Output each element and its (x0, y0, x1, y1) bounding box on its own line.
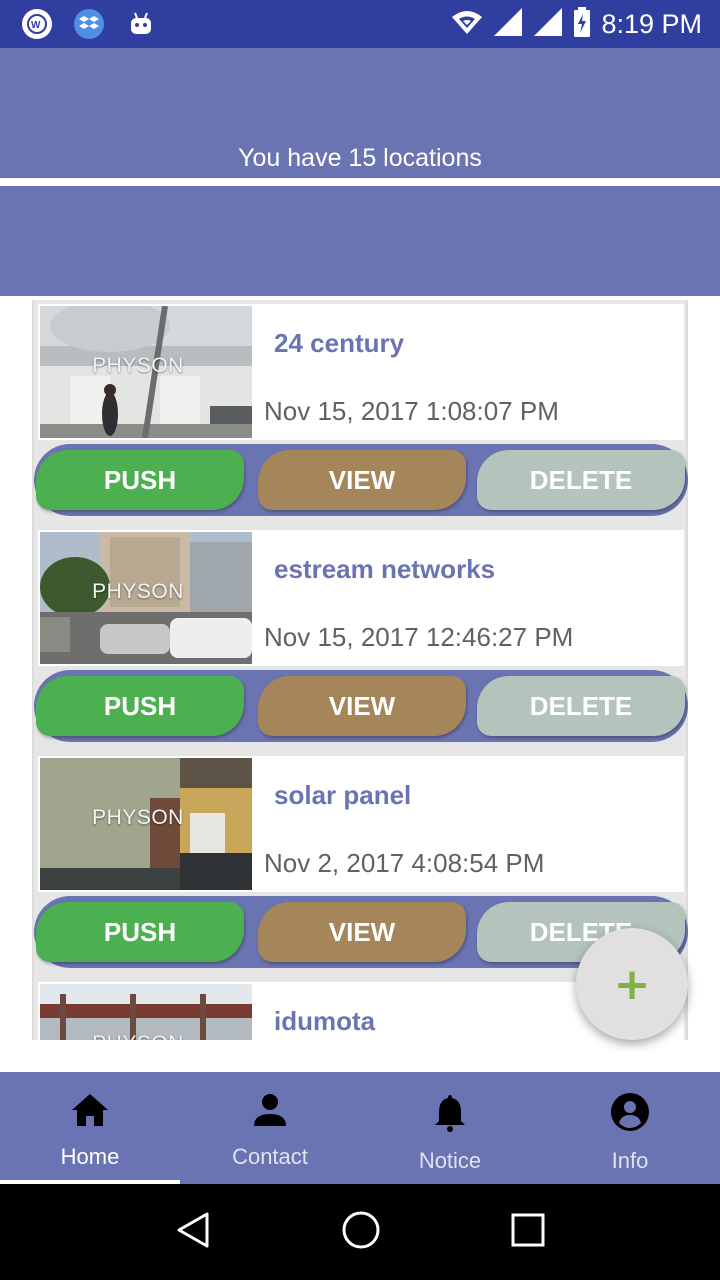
battery-icon (573, 7, 591, 41)
location-thumbnail[interactable]: PHYSON (40, 532, 252, 664)
signal-icon (533, 7, 563, 41)
header-divider (0, 178, 720, 186)
home-circle-icon[interactable] (340, 1209, 382, 1255)
app-screen: W 8:19 PM You have 15 locations PHYSON 2… (0, 0, 720, 1280)
location-card-body[interactable]: PHYSON 24 century Nov 15, 2017 1:08:07 P… (38, 304, 684, 440)
view-button[interactable]: VIEW (258, 676, 466, 736)
push-button[interactable]: PUSH (36, 450, 244, 510)
bell-icon (433, 1092, 467, 1136)
system-navigation-bar (0, 1184, 720, 1280)
view-button[interactable]: VIEW (258, 902, 466, 962)
header-banner: You have 15 locations (0, 48, 720, 296)
location-date: Nov 2, 2017 4:08:54 PM (264, 848, 545, 878)
location-date: Nov 15, 2017 1:08:07 PM (264, 396, 559, 426)
nav-item-contact[interactable]: Contact (180, 1072, 360, 1184)
location-thumbnail[interactable]: PHYSON (40, 758, 252, 890)
location-name: solar panel (274, 780, 412, 810)
push-button[interactable]: PUSH (36, 902, 244, 962)
delete-button[interactable]: DELETE (477, 450, 685, 510)
delete-button[interactable]: DELETE (477, 676, 685, 736)
nav-label: Home (60, 1144, 120, 1169)
location-card: PHYSON estream networks Nov 15, 2017 12:… (32, 526, 688, 752)
whatsapp-icon: W (22, 9, 52, 39)
account-circle-icon (610, 1092, 650, 1136)
thumbnail-watermark: PHYSON (92, 806, 184, 829)
thumbnail-watermark: PHYSON (92, 354, 184, 377)
home-icon (70, 1092, 110, 1132)
bottom-navigation: Home Contact Notice Info (0, 1072, 720, 1184)
add-location-button[interactable]: + (576, 928, 688, 1040)
location-name: 24 century (274, 328, 405, 358)
nav-label: Notice (418, 1148, 482, 1173)
location-card-body[interactable]: PHYSON estream networks Nov 15, 2017 12:… (38, 530, 684, 666)
nav-label: Info (611, 1148, 649, 1173)
nav-label: Contact (232, 1144, 308, 1169)
svg-text:W: W (31, 20, 41, 31)
location-thumbnail[interactable]: PHYSON (40, 306, 252, 438)
location-card: PHYSON 24 century Nov 15, 2017 1:08:07 P… (32, 300, 688, 526)
location-list[interactable]: PHYSON 24 century Nov 15, 2017 1:08:07 P… (32, 300, 688, 1040)
location-thumbnail[interactable]: PHYSON (40, 984, 252, 1040)
thumbnail-watermark: PHYSON (40, 1032, 236, 1040)
thumbnail-watermark: PHYSON (92, 580, 184, 603)
wifi-icon (451, 9, 483, 39)
nav-item-info[interactable]: Info (540, 1072, 720, 1184)
android-icon (126, 9, 156, 39)
push-button[interactable]: PUSH (36, 676, 244, 736)
recents-icon[interactable] (509, 1211, 547, 1253)
action-bar: PUSH VIEW DELETE (34, 670, 688, 742)
status-bar: W 8:19 PM (0, 0, 720, 48)
person-icon (252, 1092, 288, 1132)
signal-icon (493, 7, 523, 41)
location-name: idumota (274, 1006, 376, 1036)
location-card-body[interactable]: PHYSON solar panel Nov 2, 2017 4:08:54 P… (38, 756, 684, 892)
nav-item-home[interactable]: Home (0, 1072, 180, 1184)
status-time: 8:19 PM (601, 8, 702, 39)
action-bar: PUSH VIEW DELETE (34, 444, 688, 516)
nav-item-notice[interactable]: Notice (360, 1072, 540, 1184)
dropbox-icon (74, 9, 104, 39)
location-count-title: You have 15 locations (238, 144, 482, 172)
plus-icon: + (613, 958, 651, 1010)
location-card: PHYSON solar panel Nov 2, 2017 4:08:54 P… (32, 752, 688, 978)
location-name: estream networks (274, 554, 496, 584)
back-icon[interactable] (173, 1210, 213, 1254)
view-button[interactable]: VIEW (258, 450, 466, 510)
location-date: Nov 15, 2017 12:46:27 PM (264, 622, 574, 652)
